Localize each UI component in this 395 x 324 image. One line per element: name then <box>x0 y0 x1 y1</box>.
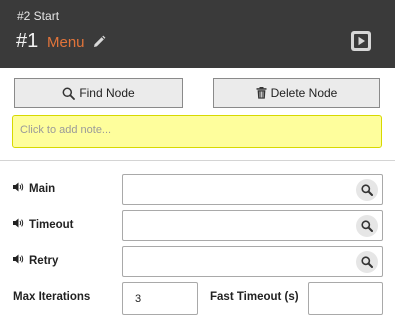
max-iterations-input[interactable]: 3 <box>122 282 198 315</box>
main-search-button[interactable] <box>356 179 378 201</box>
search-icon <box>361 256 373 268</box>
search-icon <box>361 220 373 232</box>
max-iterations-label: Max Iterations <box>13 291 91 303</box>
node-subtitle: #2 Start <box>17 9 60 23</box>
timeout-label-row: Timeout <box>13 218 74 231</box>
speaker-icon <box>13 182 25 195</box>
section-divider <box>0 160 395 161</box>
fast-timeout-label: Fast Timeout (s) <box>210 291 299 303</box>
retry-search-button[interactable] <box>356 251 378 273</box>
find-node-button[interactable]: Find Node <box>14 78 183 108</box>
trash-icon <box>256 87 267 99</box>
timeout-field[interactable] <box>122 210 383 241</box>
main-label-row: Main <box>13 182 55 195</box>
retry-label-row: Retry <box>13 254 58 267</box>
delete-node-button[interactable]: Delete Node <box>213 78 380 108</box>
timeout-search-button[interactable] <box>356 215 378 237</box>
node-number: #1 <box>16 30 39 52</box>
speaker-icon <box>13 254 25 267</box>
fast-timeout-input[interactable] <box>308 282 383 315</box>
retry-field[interactable] <box>122 246 383 277</box>
play-icon[interactable] <box>350 30 372 52</box>
delete-node-label: Delete Node <box>270 86 338 100</box>
search-icon <box>62 87 76 100</box>
node-name[interactable]: Menu <box>47 34 85 51</box>
main-label: Main <box>29 182 56 195</box>
node-header: #2 Start #1 Menu <box>0 0 395 68</box>
pencil-icon[interactable] <box>92 35 106 49</box>
note-field[interactable]: Click to add note... <box>12 115 382 148</box>
search-icon <box>361 184 373 196</box>
main-field[interactable] <box>122 174 383 205</box>
retry-label: Retry <box>29 254 59 267</box>
find-node-label: Find Node <box>79 86 135 100</box>
timeout-label: Timeout <box>29 218 74 231</box>
speaker-icon <box>13 218 25 231</box>
